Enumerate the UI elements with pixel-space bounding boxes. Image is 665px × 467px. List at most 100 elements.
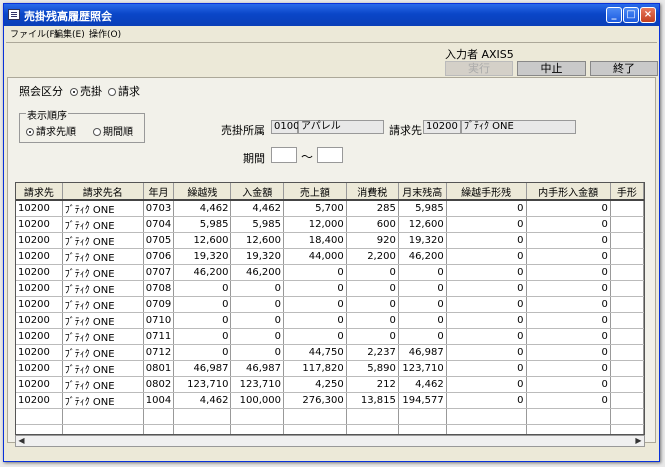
- table-cell: 0: [230, 280, 284, 297]
- table-row[interactable]: 10200 ﾌﾞﾃｨｸ ONE 0712 0 0 44,750 2,237 46,987 0 0: [16, 344, 644, 361]
- table-cell: 276,300: [283, 392, 347, 409]
- table-cell: 0: [230, 328, 284, 345]
- table-cell: [173, 408, 232, 425]
- column-header[interactable]: 手形: [610, 183, 644, 201]
- scroll-left-icon[interactable]: ◀: [16, 436, 27, 446]
- period-to-input[interactable]: [317, 147, 343, 163]
- table-cell: 0: [283, 264, 347, 281]
- table-row[interactable]: 10200 ﾌﾞﾃｨｸ ONE 0711 0 0 0 0 0 0 0: [16, 328, 644, 345]
- table-cell: [610, 408, 644, 425]
- table-row[interactable]: 10200 ﾌﾞﾃｨｸ ONE 0710 0 0 0 0 0 0 0: [16, 312, 644, 329]
- table-cell: 12,000: [283, 216, 347, 233]
- table-row[interactable]: 10200 ﾌﾞﾃｨｸ ONE 0801 46,987 46,987 117,820 5,8…: [16, 360, 644, 377]
- inquiry-option-billing[interactable]: 請求: [108, 83, 140, 99]
- table-cell: 10200: [16, 280, 63, 297]
- table-cell: 0: [446, 216, 527, 233]
- period-from-input[interactable]: [271, 147, 297, 163]
- column-header[interactable]: 繰越手形残: [446, 183, 527, 201]
- column-header[interactable]: 入金額: [230, 183, 284, 201]
- table-cell: 0706: [143, 248, 175, 265]
- table-cell: [143, 424, 175, 434]
- table-cell: 0712: [143, 344, 175, 361]
- table-row[interactable]: 10200 ﾌﾞﾃｨｸ ONE 0704 5,985 5,985 12,000 600 12,…: [16, 216, 644, 233]
- menu-operation[interactable]: 操作(O): [89, 27, 121, 40]
- table-row[interactable]: 10200 ﾌﾞﾃｨｸ ONE 0703 4,462 4,462 5,700 285 5,98…: [16, 200, 644, 217]
- table-cell: 10200: [16, 216, 63, 233]
- table-cell: 0: [283, 280, 347, 297]
- table-cell: 2,237: [346, 344, 399, 361]
- column-header[interactable]: 月末残高: [398, 183, 447, 201]
- dept-code-field[interactable]: 0100: [271, 120, 299, 134]
- column-header[interactable]: 売上額: [283, 183, 347, 201]
- order-option-customer[interactable]: 請求先順: [26, 123, 76, 138]
- table-cell: ﾌﾞﾃｨｸ ONE: [62, 376, 144, 393]
- radio-selected-icon: [26, 128, 34, 136]
- table-row[interactable]: 10200 ﾌﾞﾃｨｸ ONE 1004 4,462 100,000 276,300 13,…: [16, 392, 644, 409]
- table-row-empty[interactable]: [16, 424, 644, 434]
- table-cell: 0: [446, 248, 527, 265]
- minimize-icon[interactable]: _: [606, 7, 622, 23]
- customer-code-field[interactable]: 10200: [423, 120, 461, 134]
- table-cell: 0: [446, 280, 527, 297]
- table-cell: 0: [446, 328, 527, 345]
- table-cell: 0: [283, 296, 347, 313]
- column-header[interactable]: 請求先名: [62, 183, 144, 201]
- table-cell: 4,462: [173, 392, 232, 409]
- table-cell: 0: [526, 360, 611, 377]
- table-cell: 0: [446, 344, 527, 361]
- table-cell: ﾌﾞﾃｨｸ ONE: [62, 296, 144, 313]
- table-cell: 0: [526, 392, 611, 409]
- table-cell: 0: [526, 264, 611, 281]
- table-cell: [610, 248, 644, 265]
- table-cell: ﾌﾞﾃｨｸ ONE: [62, 248, 144, 265]
- table-row[interactable]: 10200 ﾌﾞﾃｨｸ ONE 0802 123,710 123,710 4,250 212…: [16, 376, 644, 393]
- table-row-empty[interactable]: [16, 408, 644, 425]
- column-header[interactable]: 繰越残: [173, 183, 232, 201]
- table-cell: 10200: [16, 296, 63, 313]
- table-cell: 194,577: [398, 392, 447, 409]
- table-row[interactable]: 10200 ﾌﾞﾃｨｸ ONE 0706 19,320 19,320 44,000 2,20…: [16, 248, 644, 265]
- table-row[interactable]: 10200 ﾌﾞﾃｨｸ ONE 0705 12,600 12,600 18,400 920 1…: [16, 232, 644, 249]
- table-cell: 5,890: [346, 360, 399, 377]
- table-cell: [346, 424, 399, 434]
- maximize-icon[interactable]: □: [623, 7, 639, 23]
- table-cell: ﾌﾞﾃｨｸ ONE: [62, 280, 144, 297]
- inquiry-option-sales[interactable]: 売掛: [70, 83, 102, 99]
- column-header[interactable]: 内手形入金額: [526, 183, 611, 201]
- table-cell: 0: [283, 328, 347, 345]
- table-cell: 0: [446, 360, 527, 377]
- operator-label: 入力者: [445, 48, 478, 61]
- table-cell: 0: [526, 312, 611, 329]
- column-header[interactable]: 消費税: [346, 183, 399, 201]
- menu-edit[interactable]: 編集(E): [54, 27, 85, 40]
- table-cell: 44,750: [283, 344, 347, 361]
- stop-button[interactable]: 中止: [517, 61, 586, 76]
- table-row[interactable]: 10200 ﾌﾞﾃｨｸ ONE 0709 0 0 0 0 0 0 0: [16, 296, 644, 313]
- table-cell: 10200: [16, 360, 63, 377]
- history-grid[interactable]: 請求先 請求先名 年月 繰越残 入金額 売上額 消費税 月末残高 繰越手形残 内手形入金額 手形 1…: [15, 182, 645, 435]
- table-row[interactable]: 10200 ﾌﾞﾃｨｸ ONE 0708 0 0 0 0 0 0 0: [16, 280, 644, 297]
- table-cell: 123,710: [398, 360, 447, 377]
- table-cell: 0: [526, 248, 611, 265]
- table-cell: 4,250: [283, 376, 347, 393]
- horizontal-scrollbar[interactable]: ◀ ▶: [15, 435, 645, 447]
- table-cell: 12,600: [230, 232, 284, 249]
- column-header[interactable]: 請求先: [16, 183, 63, 201]
- close-icon[interactable]: ×: [640, 7, 656, 23]
- run-button[interactable]: 実行: [445, 61, 513, 76]
- table-cell: [610, 216, 644, 233]
- table-cell: 0: [398, 312, 447, 329]
- order-option-period[interactable]: 期間順: [93, 123, 133, 138]
- customer-label: 請求先: [389, 124, 422, 137]
- table-cell: [283, 408, 347, 425]
- title-bar[interactable]: 売掛残高履歴照会 _ □ ×: [4, 4, 659, 26]
- scroll-right-icon[interactable]: ▶: [633, 436, 644, 446]
- menu-file[interactable]: ファイル(F): [10, 27, 58, 40]
- table-cell: 19,320: [398, 232, 447, 249]
- table-cell: 44,000: [283, 248, 347, 265]
- table-row[interactable]: 10200 ﾌﾞﾃｨｸ ONE 0707 46,200 46,200 0 0 0 0 0: [16, 264, 644, 281]
- table-cell: [446, 424, 527, 434]
- table-cell: [398, 408, 447, 425]
- exit-button[interactable]: 終了: [590, 61, 658, 76]
- column-header[interactable]: 年月: [143, 183, 175, 201]
